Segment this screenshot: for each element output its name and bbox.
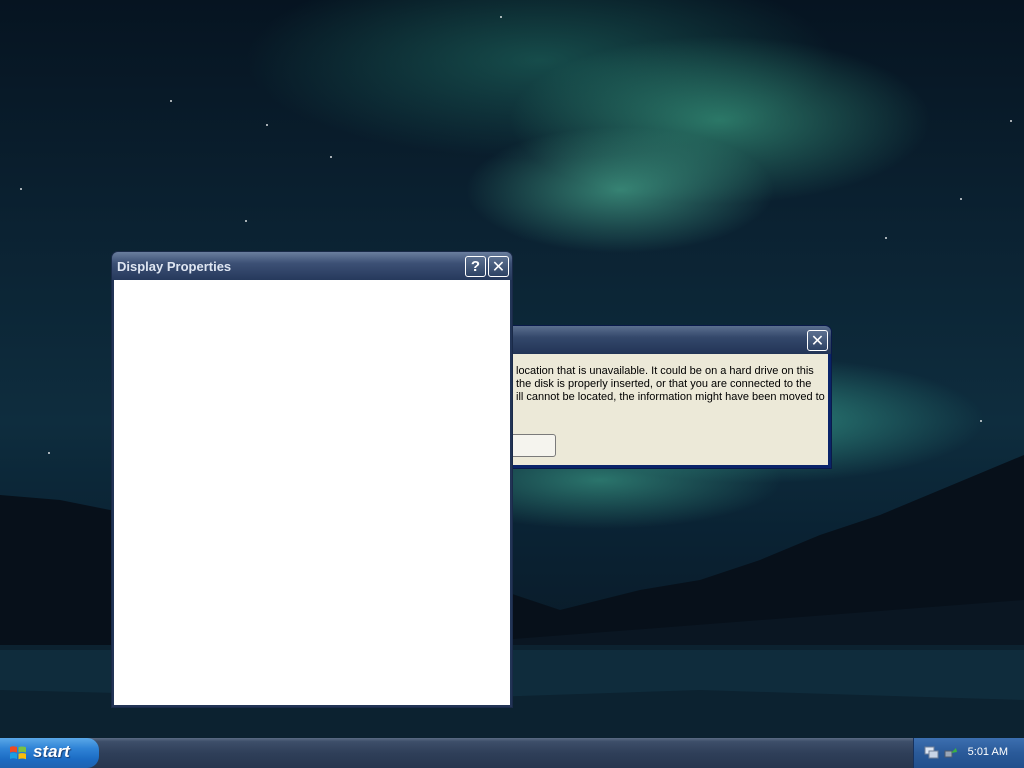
window-client-area xyxy=(114,280,510,705)
network-icon[interactable] xyxy=(924,745,939,760)
help-icon[interactable]: ? xyxy=(465,256,486,277)
close-icon[interactable]: ✕ xyxy=(488,256,509,277)
clock[interactable]: 5:01 AM xyxy=(968,746,1008,758)
close-icon[interactable]: ✕ xyxy=(807,330,828,351)
safely-remove-hardware-icon[interactable] xyxy=(943,745,958,760)
system-tray: 5:01 AM xyxy=(913,738,1024,768)
windows-logo-icon xyxy=(10,746,26,760)
taskbar: start 5:01 AM xyxy=(0,738,1024,768)
display-properties-titlebar[interactable]: Display Properties xyxy=(112,252,512,280)
desktop: ✕ location that is unavailable. It could… xyxy=(0,0,1024,768)
window-title: Display Properties xyxy=(117,259,232,274)
start-label: start xyxy=(33,742,70,761)
display-properties-window: Display Properties ? ✕ xyxy=(111,251,513,708)
start-button[interactable]: start xyxy=(0,738,99,768)
error-message: location that is unavailable. It could b… xyxy=(516,365,825,403)
